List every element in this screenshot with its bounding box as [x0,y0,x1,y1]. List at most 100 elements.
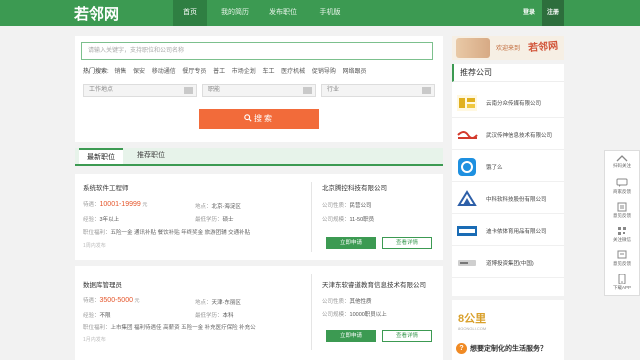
register-link[interactable]: 注册 [542,0,564,26]
company-name: 中科软科技股份有限公司 [486,197,547,203]
view-detail-button[interactable]: 查看详情 [382,330,432,342]
hot-keyword[interactable]: 移动通信 [152,69,176,75]
edit-icon [617,202,627,212]
dropdown-icon [184,87,193,94]
tab-latest-jobs[interactable]: 最新职位 [79,148,123,164]
job-tabs: 最新职位 推荐职位 [75,148,443,166]
company-name: 武汉传神信息技术有限公司 [486,133,553,139]
search-button-label: 搜索 [254,114,274,123]
hot-keyword[interactable]: 网络跟员 [343,69,367,75]
job-posted-time: 1周内发布 [83,243,106,249]
site-logo[interactable]: 若邻网 [74,3,119,24]
top-navbar: 若邻网 首页 我的简历 发布职位 手机版 登录 注册 [0,0,640,26]
company-name: 迪卡侬体育用品有限公司 [486,229,547,235]
recommended-company[interactable]: 中科软科技股份有限公司 [452,184,564,214]
promo-ad[interactable]: 8公里 8GONGLI.COM ? 想要定制化的生活服务？ [452,300,564,360]
job-card: 数据库管理员 待遇：3500-5000 元 地点：天津-东丽区 经验：不限 最低… [75,266,443,360]
recommended-company[interactable]: 饿了么 [452,152,564,182]
company-logo-icon [457,226,477,236]
login-link[interactable]: 登录 [518,0,540,26]
company-logo-icon [457,95,477,111]
banner-text: 欢迎来到 [496,46,521,52]
industry-select[interactable]: 行业 [321,84,435,97]
float-feedback-2[interactable]: 意见反馈 [605,247,639,271]
hot-search-label: 热门搜索: [83,69,109,75]
comment-icon [617,250,627,259]
job-location: 地点：天津-东丽区 [195,300,241,306]
hot-keyword[interactable]: 餐厅专员 [182,69,206,75]
search-input[interactable]: 请输入关键字，支持职位和公司名称 [81,42,433,60]
company-logo-icon [458,158,476,176]
job-posted-time: 1月内发布 [83,337,106,343]
recommended-companies-title: 推荐公司 [452,64,564,82]
job-title[interactable]: 数据库管理员 [83,279,122,289]
industry-select-label: 行业 [327,87,340,93]
job-education: 最低学历：本科 [195,313,234,319]
job-salary: 待遇：3500-5000 元 [83,297,140,304]
nav-my-resume[interactable]: 我的简历 [214,0,256,26]
function-select-label: 职能 [208,87,221,93]
banner-people-image [456,38,490,58]
job-benefits: 职位福利：上市集团 福利待遇佳 高薪资 五险一金 补充医疗保险 补充公 [83,325,256,331]
promo-headline: ? 想要定制化的生活服务？ [456,343,547,354]
nav-mobile[interactable]: 手机版 [312,0,348,26]
nav-post-job[interactable]: 发布职位 [262,0,304,26]
company-nature: 公司性质：民营公司 [322,203,372,209]
float-merchant-feedback[interactable]: 商家反馈 [605,175,639,199]
recommended-companies-panel: 推荐公司 云南分众传媒有限公司 武汉传神信息技术有限公司 饿了么 中科软科技股份… [452,64,564,296]
company-name: 饿了么 [486,165,503,171]
hot-keyword[interactable]: 市场企划 [232,69,256,75]
search-button[interactable]: 搜索 [199,109,319,129]
company-size: 公司规模：11-50职员 [322,217,375,223]
company-logo-icon [457,131,478,139]
hot-keyword[interactable]: 销售 [114,69,126,75]
floating-toolbar: 扫码关注 商家反馈 意见反馈 关注微信 意见反馈 下载APP [604,150,640,296]
location-select[interactable]: 工作地点 [83,84,197,97]
banner-logo: 若邻网 [527,40,559,55]
company-nature: 公司性质：其他性质 [322,299,372,305]
company-name[interactable]: 天津东软睿道教育信息技术有限公司 [322,279,434,289]
welcome-banner[interactable]: 欢迎来到 若邻网 [452,36,564,60]
company-logo-icon [458,260,476,266]
card-divider [311,274,312,350]
location-select-label: 工作地点 [89,87,114,93]
promo-subtitle: 8GONGLI.COM [458,326,487,331]
recommended-company[interactable]: 武汉传神信息技术有限公司 [452,120,564,150]
search-panel: 请输入关键字，支持职位和公司名称 热门搜索: 销售 保安 移动通信 餐厅专员 普… [75,36,443,142]
chat-icon [616,178,628,187]
company-name: 道博投资集团(中国) [486,261,534,267]
promo-logo: 8公里 [458,313,487,325]
company-name: 云南分众传媒有限公司 [486,101,542,107]
job-title[interactable]: 系统软件工程师 [83,182,129,192]
hot-keyword[interactable]: 普工 [213,69,225,75]
view-detail-button[interactable]: 查看详情 [382,237,432,249]
hot-keyword[interactable]: 保安 [133,69,145,75]
float-scan-qr[interactable]: 扫码关注 [605,151,639,175]
job-location: 地点：北京-海淀区 [195,204,241,210]
hot-keyword[interactable]: 车工 [262,69,274,75]
nav-home[interactable]: 首页 [173,0,207,26]
question-icon: ? [456,343,467,354]
apply-button[interactable]: 立即申请 [326,330,376,342]
apply-button[interactable]: 立即申请 [326,237,376,249]
recommended-company[interactable]: 迪卡侬体育用品有限公司 [452,216,564,246]
recommended-company[interactable]: 云南分众传媒有限公司 [452,88,564,118]
chevron-up-icon [616,155,628,162]
job-experience: 经验：3年以上 [83,217,120,223]
search-icon [244,114,252,122]
float-download-app[interactable]: 下载APP [605,271,639,295]
dropdown-icon [422,87,431,94]
hot-keyword[interactable]: 医疗机械 [281,69,305,75]
job-education: 最低学历：硕士 [195,217,234,223]
job-card: 系统软件工程师 待遇：10001-19999 元 地点：北京-海淀区 经验：3年… [75,174,443,260]
float-follow-wechat[interactable]: 关注微信 [605,223,639,247]
phone-icon [618,274,626,284]
hot-keyword[interactable]: 促销导购 [312,69,336,75]
float-feedback[interactable]: 意见反馈 [605,199,639,223]
tab-recommended-jobs[interactable]: 推荐职位 [129,148,173,164]
function-select[interactable]: 职能 [202,84,316,97]
recommended-company[interactable]: 道博投资集团(中国) [452,248,564,278]
company-logo-icon [457,190,477,206]
job-salary: 待遇：10001-19999 元 [83,201,148,208]
company-name[interactable]: 北京腾控科技有限公司 [322,182,434,192]
